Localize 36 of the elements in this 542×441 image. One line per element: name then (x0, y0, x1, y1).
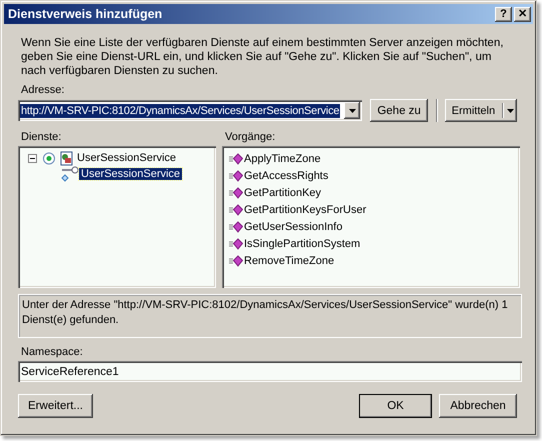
dropdown-arrow-icon (506, 108, 514, 112)
address-label: Adresse: (21, 84, 66, 96)
tree-item[interactable]: UserSessionService (75, 152, 178, 164)
operation-item[interactable]: GetAccessRights (244, 170, 328, 182)
operations-label: Vorgänge: (225, 131, 276, 143)
help-button[interactable]: ? (495, 6, 512, 22)
method-icon (229, 152, 243, 164)
operation-item[interactable]: GetPartitionKeysForUser (244, 204, 366, 216)
advanced-button[interactable]: Erweitert... (18, 394, 93, 418)
go-button[interactable]: Gehe zu (370, 99, 428, 122)
method-icon (229, 238, 243, 250)
method-icon (229, 186, 243, 198)
operation-item[interactable]: ApplyTimeZone (244, 152, 321, 164)
method-icon (229, 254, 243, 266)
dropdown-arrow-icon (348, 108, 356, 112)
operation-item[interactable]: GetUserSessionInfo (244, 220, 342, 232)
services-label: Dienste: (21, 131, 62, 143)
operation-item[interactable]: RemoveTimeZone (244, 254, 334, 266)
endpoint-icon (61, 166, 79, 182)
operation-item[interactable]: IsSinglePartitionSystem (244, 238, 360, 250)
ok-button[interactable]: OK (359, 394, 432, 418)
window-title: Dienstverweis hinzufügen (8, 7, 164, 21)
close-button[interactable]: ✕ (514, 6, 531, 22)
address-combobox[interactable]: http://VM-SRV-PIC:8102/DynamicsAx/Services/UserSessionService (18, 100, 362, 121)
discover-split-button[interactable]: Ermitteln (444, 99, 517, 122)
method-icon (229, 204, 243, 216)
namespace-label: Namespace: (21, 346, 84, 358)
method-icon (229, 170, 243, 182)
operation-item[interactable]: GetPartitionKey (244, 186, 322, 198)
cancel-button[interactable]: Abbrechen (439, 394, 517, 418)
tree-item[interactable]: UserSessionService (79, 168, 182, 180)
description-text: Wenn Sie eine Liste der verfügbaren Dienste auf einem bestimmten Server anzeigen möchten, geben Sie eine Dienst-URL ein, und klicken Sie auf "Gehe zu". Klicken Sie auf "Suchen", um nach verfügbaren Diensten zu suchen. (21, 36, 504, 78)
namespace-field[interactable]: ServiceReference1 (18, 361, 522, 382)
collapse-toggle-icon[interactable] (28, 154, 37, 162)
status-message: Unter der Adresse "http://VM-SRV-PIC:8102/DynamicsAx/Services/UserSessionService" wurde(n) 1 Dienst(e) gefunden. (18, 294, 522, 338)
method-icon (229, 220, 243, 232)
